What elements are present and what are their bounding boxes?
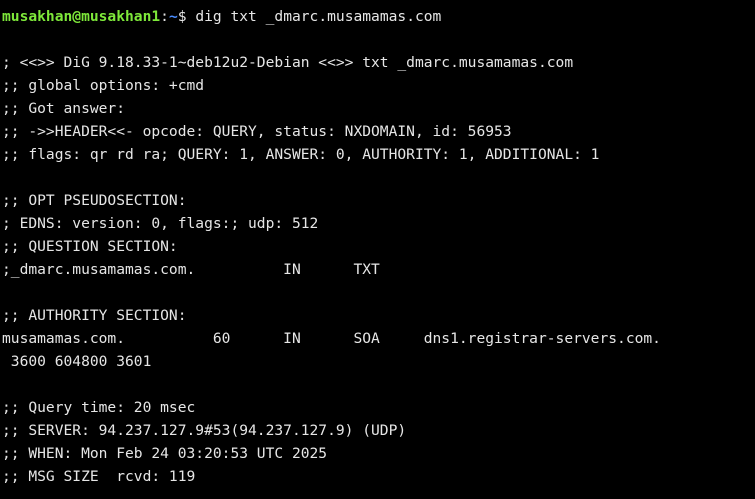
prompt-colon: :: [160, 8, 169, 25]
when-line: ;; WHEN: Mon Feb 24 03:20:53 UTC 2025: [2, 445, 328, 462]
opt-pseudosection-heading: ;; OPT PSEUDOSECTION:: [2, 192, 187, 209]
query-time-line: ;; Query time: 20 msec: [2, 399, 196, 416]
soa-record-line: musamamas.com. 60 IN SOA dns1.registrar-…: [2, 330, 661, 347]
question-section-heading: ;; QUESTION SECTION:: [2, 238, 178, 255]
header-line: ;; ->>HEADER<<- opcode: QUERY, status: N…: [2, 123, 512, 140]
prompt-path: ~: [168, 8, 178, 25]
authority-section-heading: ;; AUTHORITY SECTION:: [2, 307, 187, 324]
prompt-user-host: musakhan@musakhan1: [2, 8, 161, 25]
edns-line: ; EDNS: version: 0, flags:; udp: 512: [2, 215, 319, 232]
prompt-symbol: $: [177, 8, 196, 25]
terminal-window[interactable]: musakhan@musakhan1:~$ dig txt _dmarc.mus…: [0, 0, 755, 499]
dig-version-line: ; <<>> DiG 9.18.33-1~deb12u2-Debian <<>>…: [2, 54, 574, 71]
soa-record-continuation: 3600 604800 3601: [2, 353, 152, 370]
got-answer-line: ;; Got answer:: [2, 100, 126, 117]
msg-size-line: ;; MSG SIZE rcvd: 119: [2, 468, 196, 485]
command-prompt-line: musakhan@musakhan1:~$ dig txt _dmarc.mus…: [2, 6, 441, 28]
entered-command: dig txt _dmarc.musamamas.com: [195, 8, 442, 25]
flags-line: ;; flags: qr rd ra; QUERY: 1, ANSWER: 0,…: [2, 146, 600, 163]
global-options-line: ;; global options: +cmd: [2, 77, 205, 94]
question-record-line: ;_dmarc.musamamas.com. IN TXT: [2, 261, 380, 278]
server-line: ;; SERVER: 94.237.127.9#53(94.237.127.9)…: [2, 422, 407, 439]
